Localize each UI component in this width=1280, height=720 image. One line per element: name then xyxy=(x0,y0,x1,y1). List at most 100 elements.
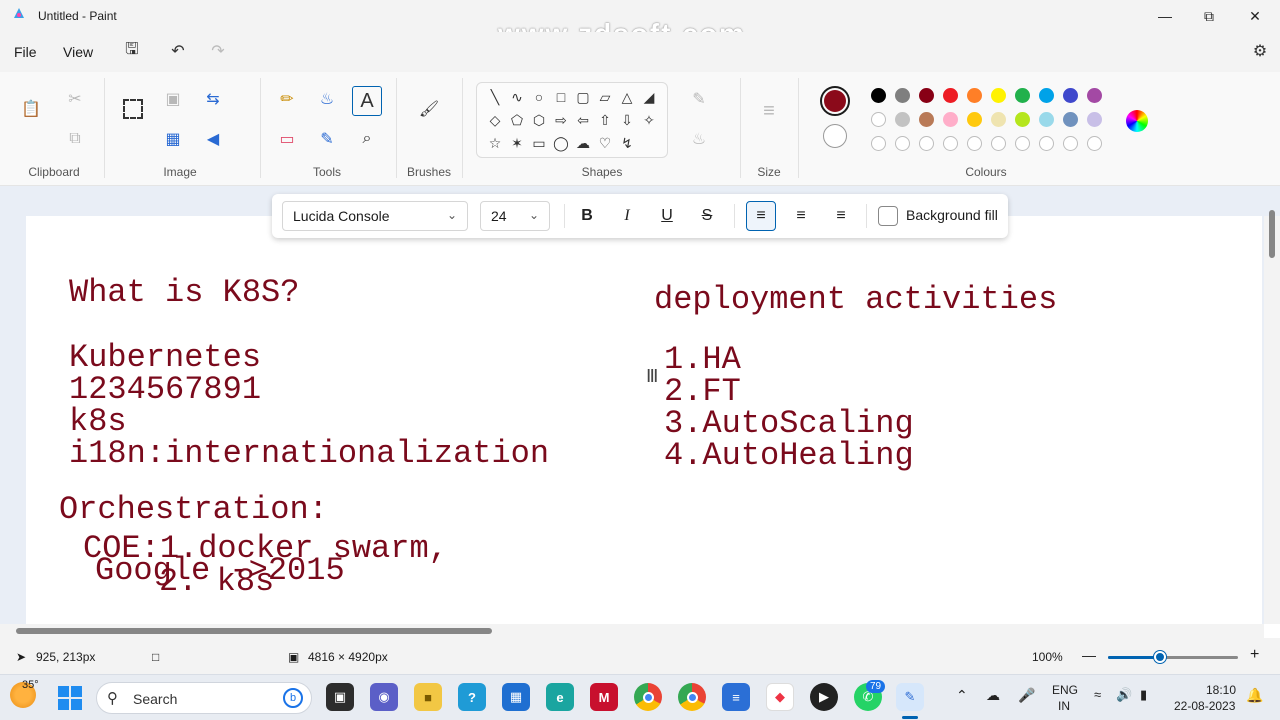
diamond-shape-icon[interactable]: ◇ xyxy=(485,110,505,130)
close-icon[interactable]: ✕ xyxy=(1232,0,1278,32)
menu-file[interactable]: File xyxy=(14,44,37,60)
cut-icon[interactable]: ✂ xyxy=(62,86,88,112)
color-swatch[interactable] xyxy=(1063,88,1078,103)
color-swatch[interactable] xyxy=(1015,88,1030,103)
select-icon[interactable] xyxy=(120,96,146,122)
down-arrow-shape-icon[interactable]: ⇩ xyxy=(617,110,637,130)
clock-date[interactable]: 22-08-2023 xyxy=(1174,699,1235,713)
lightning-shape-icon[interactable]: ↯ xyxy=(617,133,637,153)
heart-shape-icon[interactable]: ♡ xyxy=(595,133,615,153)
color-swatch[interactable] xyxy=(991,88,1006,103)
zoom-slider[interactable] xyxy=(1108,651,1238,663)
save-icon[interactable]: 🖫 xyxy=(122,41,142,61)
text-tool-icon[interactable]: A xyxy=(352,86,382,116)
align-left-icon[interactable]: ≡ xyxy=(746,201,776,231)
italic-button[interactable]: I xyxy=(612,201,642,231)
language-code[interactable]: ENG xyxy=(1052,683,1078,697)
chrome-icon[interactable] xyxy=(634,683,662,711)
cloud-callout-shape-icon[interactable]: ☁ xyxy=(573,133,593,153)
task-view-icon[interactable]: ▣ xyxy=(326,683,354,711)
redo-icon[interactable]: ↷ xyxy=(208,41,228,61)
color-swatch[interactable] xyxy=(1087,112,1102,127)
settings-icon[interactable]: ⚙ xyxy=(1250,41,1270,61)
paste-icon[interactable]: 📋 xyxy=(18,96,44,122)
taskbar-search[interactable]: ⚲ Search b xyxy=(96,682,312,714)
restore-icon[interactable]: ⧉ xyxy=(1186,0,1232,32)
rotate-icon[interactable]: ◀ xyxy=(200,126,226,152)
snipping-tool-icon[interactable]: ◆ xyxy=(766,683,794,711)
color-swatch[interactable] xyxy=(1087,136,1102,151)
color-swatch[interactable] xyxy=(1087,88,1102,103)
color-swatch[interactable] xyxy=(895,112,910,127)
color-swatch[interactable] xyxy=(1015,136,1030,151)
zoom-in-icon[interactable]: + xyxy=(1250,646,1259,664)
background-fill-checkbox[interactable] xyxy=(878,206,898,226)
color-swatch[interactable] xyxy=(967,88,982,103)
menu-view[interactable]: View xyxy=(63,44,93,60)
color-swatch[interactable] xyxy=(967,112,982,127)
start-icon[interactable] xyxy=(58,686,82,710)
up-arrow-shape-icon[interactable]: ⇧ xyxy=(595,110,615,130)
clock-time[interactable]: 18:10 xyxy=(1206,683,1236,697)
image-select-icon[interactable]: ▦ xyxy=(160,126,186,152)
bold-button[interactable]: B xyxy=(572,201,602,231)
six-point-star-shape-icon[interactable]: ✶ xyxy=(507,133,527,153)
teams-icon[interactable]: ◉ xyxy=(370,683,398,711)
chrome-profile-icon[interactable] xyxy=(678,683,706,711)
vertical-scrollbar[interactable] xyxy=(1264,210,1280,624)
color-swatch[interactable] xyxy=(871,112,886,127)
right-triangle-shape-icon[interactable]: ◢ xyxy=(639,87,659,107)
chevron-up-icon[interactable]: ⌃ xyxy=(956,687,968,704)
brush-icon[interactable]: 🖌 xyxy=(416,96,442,122)
notepad-icon[interactable]: ≡ xyxy=(722,683,750,711)
font-size-dropdown[interactable]: 24 ⌄ xyxy=(480,201,550,231)
magnifier-icon[interactable]: ⌕ xyxy=(354,126,380,152)
edit-colors-icon[interactable] xyxy=(1126,110,1148,132)
resize-icon[interactable]: ⇆ xyxy=(200,86,226,112)
line-shape-icon[interactable]: ╲ xyxy=(485,87,505,107)
pencil-icon[interactable]: ✏ xyxy=(274,86,300,112)
size-icon[interactable]: ≡ xyxy=(756,98,782,124)
primary-color[interactable] xyxy=(820,86,850,116)
battery-icon[interactable]: ▮ xyxy=(1140,687,1147,703)
color-swatch[interactable] xyxy=(943,136,958,151)
align-right-icon[interactable]: ≡ xyxy=(826,201,856,231)
color-swatch[interactable] xyxy=(991,136,1006,151)
zoom-slider-thumb[interactable] xyxy=(1154,651,1166,663)
drawing-canvas[interactable]: What is K8S? Kubernetes 1234567891 k8s i… xyxy=(26,216,1262,624)
copy-icon[interactable]: ⧉ xyxy=(62,126,88,152)
volume-icon[interactable]: 🔊 xyxy=(1116,687,1132,703)
five-point-star-shape-icon[interactable]: ☆ xyxy=(485,133,505,153)
color-swatch[interactable] xyxy=(895,136,910,151)
horizontal-scrollbar[interactable] xyxy=(0,624,1264,638)
color-swatch[interactable] xyxy=(1063,136,1078,151)
bing-icon[interactable]: b xyxy=(283,688,303,708)
triangle-shape-icon[interactable]: △ xyxy=(617,87,637,107)
crop-icon[interactable]: ▣ xyxy=(160,86,186,112)
align-center-icon[interactable]: ≡ xyxy=(786,201,816,231)
color-swatch[interactable] xyxy=(1039,112,1054,127)
notification-icon[interactable]: 🔔 xyxy=(1246,687,1263,704)
color-swatch[interactable] xyxy=(871,136,886,151)
color-swatch[interactable] xyxy=(1063,112,1078,127)
polygon-shape-icon[interactable]: ▱ xyxy=(595,87,615,107)
four-point-star-shape-icon[interactable]: ✧ xyxy=(639,110,659,130)
shape-fill-icon[interactable]: ♨ xyxy=(686,126,712,152)
onedrive-icon[interactable]: ☁ xyxy=(986,687,1000,704)
rect-callout-shape-icon[interactable]: ▭ xyxy=(529,133,549,153)
color-swatch[interactable] xyxy=(943,88,958,103)
store-icon[interactable]: ▦ xyxy=(502,683,530,711)
edge-icon[interactable]: e xyxy=(546,683,574,711)
file-explorer-icon[interactable]: ■ xyxy=(414,683,442,711)
color-swatch[interactable] xyxy=(871,88,886,103)
right-arrow-shape-icon[interactable]: ⇨ xyxy=(551,110,571,130)
color-swatch[interactable] xyxy=(895,88,910,103)
paint-taskbar-icon[interactable]: ✎ xyxy=(896,683,924,711)
oval-callout-shape-icon[interactable]: ◯ xyxy=(551,133,571,153)
rounded-rectangle-shape-icon[interactable]: ▢ xyxy=(573,87,593,107)
font-family-dropdown[interactable]: Lucida Console ⌄ xyxy=(282,201,468,231)
zoom-out-icon[interactable]: — xyxy=(1082,647,1096,663)
underline-button[interactable]: U xyxy=(652,201,682,231)
eraser-icon[interactable]: ▭ xyxy=(274,126,300,152)
help-icon[interactable]: ? xyxy=(458,683,486,711)
